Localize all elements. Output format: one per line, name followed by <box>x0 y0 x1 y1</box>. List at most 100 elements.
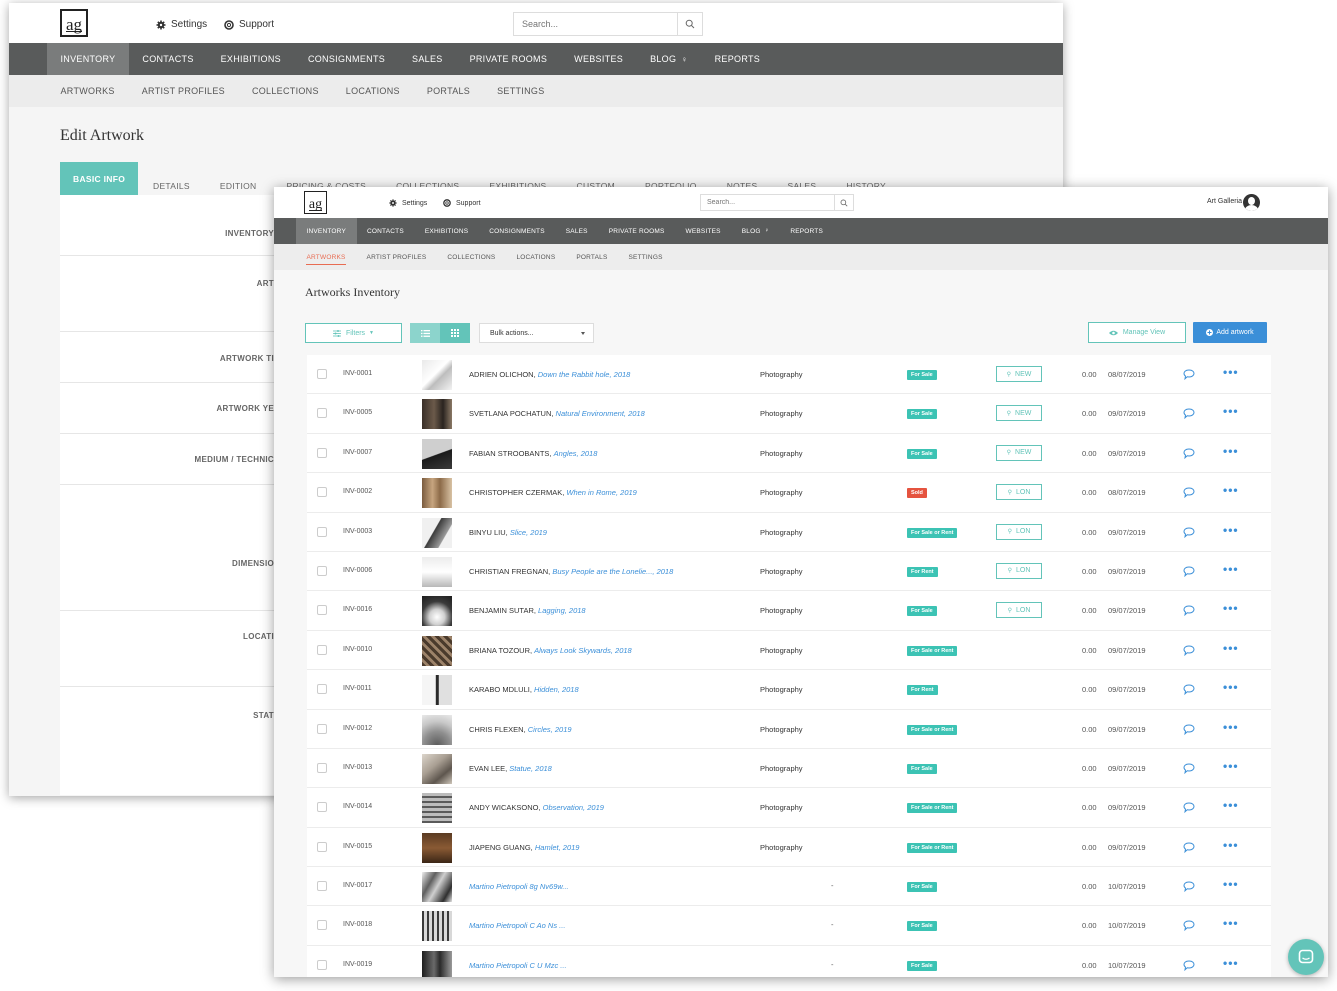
table-row[interactable]: INV-0011 KARABO MDLULI, Hidden, 2018 Photo… <box>307 670 1271 710</box>
table-row[interactable]: INV-0010 BRIANA TOZOUR, Always Look Skywa… <box>307 630 1271 671</box>
nav-consignments[interactable]: CONSIGNMENTS <box>479 218 556 244</box>
artwork-thumbnail[interactable] <box>422 635 452 666</box>
comment-icon[interactable] <box>1183 446 1195 464</box>
comment-icon[interactable] <box>1183 722 1195 740</box>
comment-icon[interactable] <box>1183 485 1195 503</box>
artwork-title[interactable]: CHRIS FLEXEN, Circles, 2019 <box>469 725 572 734</box>
row-checkbox[interactable] <box>317 802 327 813</box>
artwork-title[interactable]: JIAPENG GUANG, Hamlet, 2019 <box>469 843 579 852</box>
artwork-thumbnail[interactable] <box>422 832 452 863</box>
location-badge[interactable]: ⚲ LON <box>996 602 1042 619</box>
table-row[interactable]: INV-0017 Martino Pietropoli 8g Nv69w... - F… <box>307 867 1271 907</box>
work-title-link[interactable]: When in Rome, 2019 <box>566 488 636 497</box>
table-row[interactable]: INV-0016 BENJAMIN SUTAR, Lagging, 2018 Pho… <box>307 591 1271 631</box>
work-title-link[interactable]: Martino Pietropoli C U Mzc ... <box>469 961 567 970</box>
artwork-title[interactable]: Martino Pietropoli C U Mzc ... <box>469 961 567 970</box>
work-title-link[interactable]: Martino Pietropoli 8g Nv69w... <box>469 882 569 891</box>
subnav-artworks[interactable]: ARTWORKS <box>296 244 356 270</box>
artwork-thumbnail[interactable] <box>422 911 452 942</box>
more-options-icon[interactable]: ••• <box>1223 365 1239 379</box>
nav-blog[interactable]: BLOG ♀ <box>637 43 702 75</box>
location-badge[interactable]: ⚲ LON <box>996 484 1042 501</box>
work-title-link[interactable]: Circles, 2019 <box>528 725 572 734</box>
comment-icon[interactable] <box>1183 564 1195 582</box>
row-checkbox[interactable] <box>317 762 327 773</box>
more-options-icon[interactable]: ••• <box>1223 523 1239 537</box>
row-checkbox[interactable] <box>317 447 327 458</box>
subnav-collections[interactable]: COLLECTIONS <box>437 244 506 270</box>
comment-icon[interactable] <box>1183 918 1195 936</box>
artwork-title[interactable]: BENJAMIN SUTAR, Lagging, 2018 <box>469 606 586 615</box>
row-checkbox[interactable] <box>317 920 327 931</box>
settings-link[interactable]: Settings <box>156 19 207 30</box>
app-logo[interactable]: ag <box>304 191 327 214</box>
work-title-link[interactable]: Slice, 2019 <box>510 528 547 537</box>
nav-consignments[interactable]: CONSIGNMENTS <box>294 43 398 75</box>
row-checkbox[interactable] <box>317 881 327 892</box>
work-title-link[interactable]: Lagging, 2018 <box>538 606 586 615</box>
comment-icon[interactable] <box>1183 406 1195 424</box>
comment-icon[interactable] <box>1183 525 1195 543</box>
chat-launcher-button[interactable] <box>1288 939 1324 975</box>
artwork-title[interactable]: BRIANA TOZOUR, Always Look Skywards, 201… <box>469 646 632 655</box>
row-checkbox[interactable] <box>317 841 327 852</box>
row-checkbox[interactable] <box>317 959 327 970</box>
nav-websites[interactable]: WEBSITES <box>675 218 731 244</box>
user-name[interactable]: Art Galleria <box>1207 198 1242 205</box>
more-options-icon[interactable]: ••• <box>1223 680 1239 694</box>
subnav-artworks[interactable]: ARTWORKS <box>47 75 128 107</box>
nav-exhibitions[interactable]: EXHIBITIONS <box>207 43 294 75</box>
artwork-thumbnail[interactable] <box>422 556 452 587</box>
work-title-link[interactable]: Always Look Skywards, 2018 <box>534 646 632 655</box>
work-title-link[interactable]: Observation, 2019 <box>543 803 604 812</box>
search-input[interactable] <box>514 13 678 35</box>
nav-contacts[interactable]: CONTACTS <box>357 218 415 244</box>
location-badge[interactable]: ⚲ LON <box>996 562 1042 579</box>
nav-websites[interactable]: WEBSITES <box>561 43 637 75</box>
nav-contacts[interactable]: CONTACTS <box>129 43 207 75</box>
comment-icon[interactable] <box>1183 958 1195 976</box>
comment-icon[interactable] <box>1183 367 1195 385</box>
tab-basic-info[interactable]: BASIC INFO <box>60 162 138 195</box>
filters-button[interactable]: Filters ▼ <box>305 323 402 343</box>
artwork-title[interactable]: FABIAN STROOBANTS, Angles, 2018 <box>469 449 597 458</box>
table-row[interactable]: INV-0015 JIAPENG GUANG, Hamlet, 2019 Photo… <box>307 827 1271 868</box>
more-options-icon[interactable]: ••• <box>1223 601 1239 615</box>
bulk-actions-select[interactable]: Bulk actions... <box>479 323 594 343</box>
nav-reports[interactable]: REPORTS <box>780 218 834 244</box>
comment-icon[interactable] <box>1183 682 1195 700</box>
table-row[interactable]: INV-0013 EVAN LEE, Statue, 2018 Photograph… <box>307 748 1271 789</box>
list-view-button[interactable] <box>410 323 440 343</box>
row-checkbox[interactable] <box>317 605 327 616</box>
more-options-icon[interactable]: ••• <box>1223 720 1239 734</box>
comment-icon[interactable] <box>1183 879 1195 897</box>
row-checkbox[interactable] <box>317 526 327 537</box>
artwork-title[interactable]: Martino Pietropoli 8g Nv69w... <box>469 882 569 891</box>
more-options-icon[interactable]: ••• <box>1223 562 1239 576</box>
nav-private-rooms[interactable]: PRIVATE ROOMS <box>598 218 675 244</box>
artwork-thumbnail[interactable] <box>422 714 452 745</box>
work-title-link[interactable]: Hamlet, 2019 <box>535 843 580 852</box>
subnav-portals[interactable]: PORTALS <box>413 75 483 107</box>
subnav-settings[interactable]: SETTINGS <box>484 75 558 107</box>
more-options-icon[interactable]: ••• <box>1223 759 1239 773</box>
more-options-icon[interactable]: ••• <box>1223 404 1239 418</box>
more-options-icon[interactable]: ••• <box>1223 956 1239 970</box>
nav-inventory[interactable]: INVENTORY <box>47 43 129 75</box>
artwork-title[interactable]: ADRIEN OLICHON, Down the Rabbit hole, 20… <box>469 370 630 379</box>
artwork-thumbnail[interactable] <box>422 872 452 903</box>
more-options-icon[interactable]: ••• <box>1223 838 1239 852</box>
row-checkbox[interactable] <box>317 565 327 576</box>
artwork-title[interactable]: BINYU LIU, Slice, 2019 <box>469 528 547 537</box>
row-checkbox[interactable] <box>317 487 327 498</box>
table-row[interactable]: INV-0001 ADRIEN OLICHON, Down the Rabbit … <box>307 355 1271 395</box>
artwork-title[interactable]: CHRISTOPHER CZERMAK, When in Rome, 2019 <box>469 488 637 497</box>
comment-icon[interactable] <box>1183 603 1195 621</box>
artwork-thumbnail[interactable] <box>422 399 452 430</box>
location-badge[interactable]: ⚲ LON <box>996 523 1042 540</box>
nav-sales[interactable]: SALES <box>555 218 598 244</box>
row-checkbox[interactable] <box>317 408 327 419</box>
work-title-link[interactable]: Martino Pietropoli C Ao Ns ... <box>469 921 565 930</box>
support-link[interactable]: Support <box>443 199 481 207</box>
subnav-collections[interactable]: COLLECTIONS <box>238 75 332 107</box>
